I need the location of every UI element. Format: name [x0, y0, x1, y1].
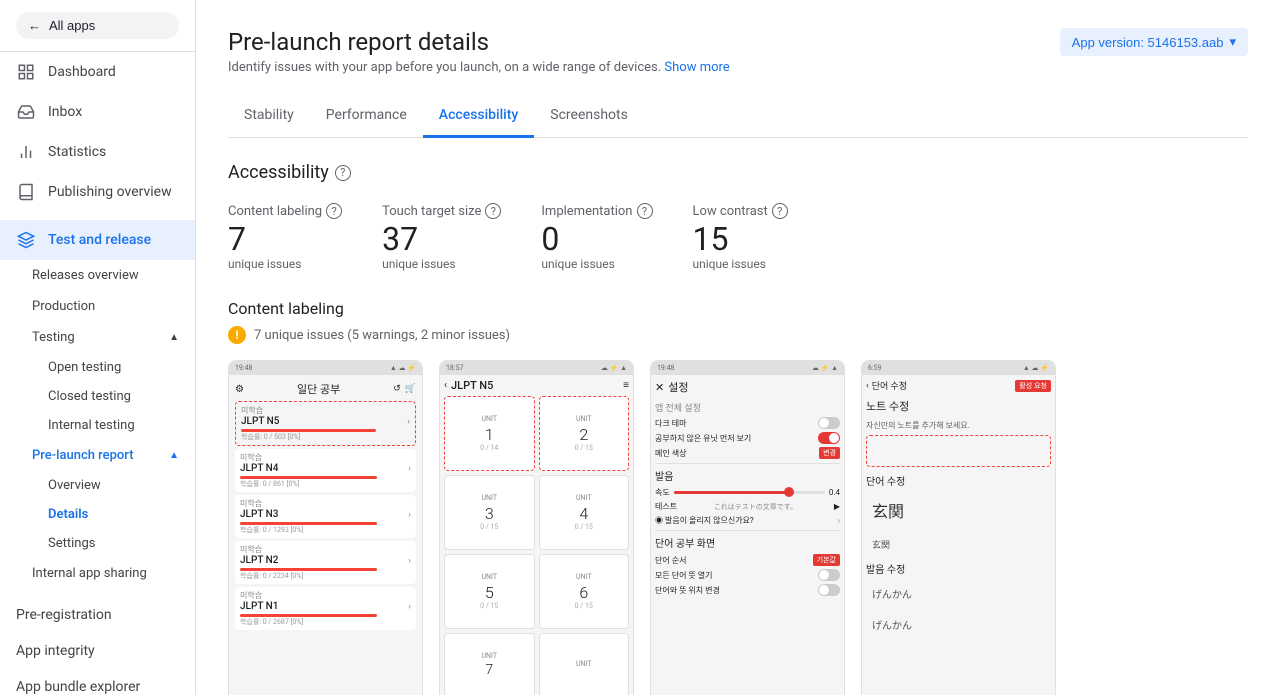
sidebar-item-closed-testing[interactable]: Closed testing — [0, 382, 195, 411]
main-content: Pre-launch report details App version: 5… — [196, 0, 1280, 695]
dashboard-icon — [16, 62, 36, 82]
sidebar-item-internal-testing[interactable]: Internal testing — [0, 411, 195, 440]
sidebar-item-test-and-release[interactable]: Test and release — [0, 220, 195, 260]
sidebar-item-label: App integrity — [16, 643, 95, 659]
sidebar-item-label: Dashboard — [48, 64, 116, 80]
sidebar-item-open-testing[interactable]: Open testing — [0, 353, 195, 382]
content-labeling-header: Content labeling — [228, 299, 1248, 318]
sidebar: ← All apps Dashboard Inbox Statistics Pu… — [0, 0, 196, 695]
show-more-link[interactable]: Show more — [664, 60, 729, 75]
touch-target-help-icon[interactable]: ? — [485, 203, 501, 219]
grid-cell-6: UNIT 6 0 / 15 — [539, 554, 630, 629]
sidebar-item-label: Inbox — [48, 104, 82, 120]
implementation-help-icon[interactable]: ? — [637, 203, 653, 219]
inbox-icon — [16, 102, 36, 122]
grid-cell-2: UNIT 2 0 / 15 — [539, 396, 630, 471]
sidebar-item-dashboard[interactable]: Dashboard — [0, 52, 195, 92]
accessibility-section-title: Accessibility ? — [228, 162, 1248, 183]
publishing-icon — [16, 182, 36, 202]
sidebar-item-label: Statistics — [48, 144, 106, 160]
sidebar-item-publishing-overview[interactable]: Publishing overview — [0, 172, 195, 212]
metric-implementation: Implementation ? 0 unique issues — [541, 203, 652, 271]
metrics-row: Content labeling ? 7 unique issues Touch… — [228, 203, 1248, 271]
screenshot-img-1: 19:48 ▲ ☁ ⚡ ⚙ 일단 공부 ↺ 🛒 — [229, 361, 422, 695]
sidebar-item-label: App bundle explorer — [16, 679, 140, 695]
tabs-bar: Stability Performance Accessibility Scre… — [228, 95, 1248, 138]
screenshot-card-2[interactable]: 18:57 ☁ ⚡ ▲ ‹ JLPT N5 ≡ UNIT 1 0 / 14 — [439, 360, 634, 695]
metric-content-labeling: Content labeling ? 7 unique issues — [228, 203, 342, 271]
version-arrow-icon: ▾ — [1229, 34, 1236, 50]
grid-cell-7: UNIT 7 — [444, 633, 535, 695]
all-apps-label: All apps — [49, 18, 95, 33]
sidebar-item-testing[interactable]: Testing ▲ — [0, 322, 195, 353]
sidebar-item-app-integrity[interactable]: App integrity — [0, 633, 195, 669]
sidebar-top: ← All apps — [0, 0, 195, 52]
all-apps-button[interactable]: ← All apps — [16, 12, 179, 39]
sidebar-item-app-bundle-explorer[interactable]: App bundle explorer — [0, 669, 195, 695]
chevron-up-icon: ▲ — [169, 332, 179, 343]
app-version-button[interactable]: App version: 5146153.aab ▾ — [1060, 28, 1248, 56]
page-subtitle: Identify issues with your app before you… — [228, 60, 1248, 75]
version-label: App version: 5146153.aab — [1072, 35, 1224, 50]
status-bar-1: 19:48 ▲ ☁ ⚡ — [229, 361, 422, 375]
test-release-icon — [16, 230, 36, 250]
warning-banner: ! 7 unique issues (5 warnings, 2 minor i… — [228, 326, 1248, 344]
sidebar-item-internal-app-sharing[interactable]: Internal app sharing — [0, 558, 195, 589]
sidebar-item-pre-registration[interactable]: Pre-registration — [0, 597, 195, 633]
status-bar-2: 18:57 ☁ ⚡ ▲ — [440, 361, 633, 375]
grid-cell-5: UNIT 5 0 / 15 — [444, 554, 535, 629]
sidebar-item-label: Publishing overview — [48, 184, 172, 200]
screenshots-grid: 19:48 ▲ ☁ ⚡ ⚙ 일단 공부 ↺ 🛒 — [228, 360, 1248, 695]
metric-touch-target: Touch target size ? 37 unique issues — [382, 203, 501, 271]
tab-stability[interactable]: Stability — [228, 95, 310, 138]
statistics-icon — [16, 142, 36, 162]
metric-low-contrast: Low contrast ? 15 unique issues — [693, 203, 788, 271]
grid-cell-3: UNIT 3 0 / 15 — [444, 475, 535, 550]
back-arrow-icon: ← — [28, 18, 41, 33]
warning-icon: ! — [228, 326, 246, 344]
sidebar-item-details[interactable]: Details — [0, 500, 195, 529]
chevron-up-icon: ▲ — [169, 450, 179, 461]
screenshot-img-3: 19:48 ☁ ⚡ ▲ ✕ 설정 앱 전체 설정 다크 테마 — [651, 361, 844, 695]
content-labeling-help-icon[interactable]: ? — [326, 203, 342, 219]
low-contrast-help-icon[interactable]: ? — [772, 203, 788, 219]
sidebar-item-releases-overview[interactable]: Releases overview — [0, 260, 195, 291]
accessibility-help-icon[interactable]: ? — [335, 165, 351, 181]
tab-performance[interactable]: Performance — [310, 95, 423, 138]
sidebar-item-statistics[interactable]: Statistics — [0, 132, 195, 172]
status-bar-3: 19:48 ☁ ⚡ ▲ — [651, 361, 844, 375]
sidebar-item-production[interactable]: Production — [0, 291, 195, 322]
page-header: Pre-launch report details App version: 5… — [228, 28, 1248, 56]
sidebar-item-label: Pre-registration — [16, 607, 112, 623]
sidebar-item-inbox[interactable]: Inbox — [0, 92, 195, 132]
status-bar-4: 6:59 ▲ ☁ ⚡ — [862, 361, 1055, 375]
title-area: Pre-launch report details — [228, 28, 489, 56]
tab-accessibility[interactable]: Accessibility — [423, 95, 534, 138]
grid-cell-8: UNIT — [539, 633, 630, 695]
grid-cell-1: UNIT 1 0 / 14 — [444, 396, 535, 471]
screenshot-card-1[interactable]: 19:48 ▲ ☁ ⚡ ⚙ 일단 공부 ↺ 🛒 — [228, 360, 423, 695]
tab-screenshots[interactable]: Screenshots — [534, 95, 644, 138]
sidebar-item-settings[interactable]: Settings — [0, 529, 195, 558]
screenshot-img-4: 6:59 ▲ ☁ ⚡ ‹ 단어 수정 활성 요청 노트 수정 자신만의 노트를 — [862, 361, 1055, 695]
page-title: Pre-launch report details — [228, 28, 489, 56]
screenshot-card-3[interactable]: 19:48 ☁ ⚡ ▲ ✕ 설정 앱 전체 설정 다크 테마 — [650, 360, 845, 695]
grid-cell-4: UNIT 4 0 / 15 — [539, 475, 630, 550]
phone-header-1: ⚙ 일단 공부 ↺ 🛒 — [235, 381, 416, 397]
sidebar-item-pre-launch[interactable]: Pre-launch report ▲ — [0, 440, 195, 471]
screenshot-img-2: 18:57 ☁ ⚡ ▲ ‹ JLPT N5 ≡ UNIT 1 0 / 14 — [440, 361, 633, 695]
sidebar-item-overview[interactable]: Overview — [0, 471, 195, 500]
note-input[interactable] — [866, 435, 1051, 467]
sidebar-item-label: Test and release — [48, 232, 151, 248]
screenshot-card-4[interactable]: 6:59 ▲ ☁ ⚡ ‹ 단어 수정 활성 요청 노트 수정 자신만의 노트를 — [861, 360, 1056, 695]
